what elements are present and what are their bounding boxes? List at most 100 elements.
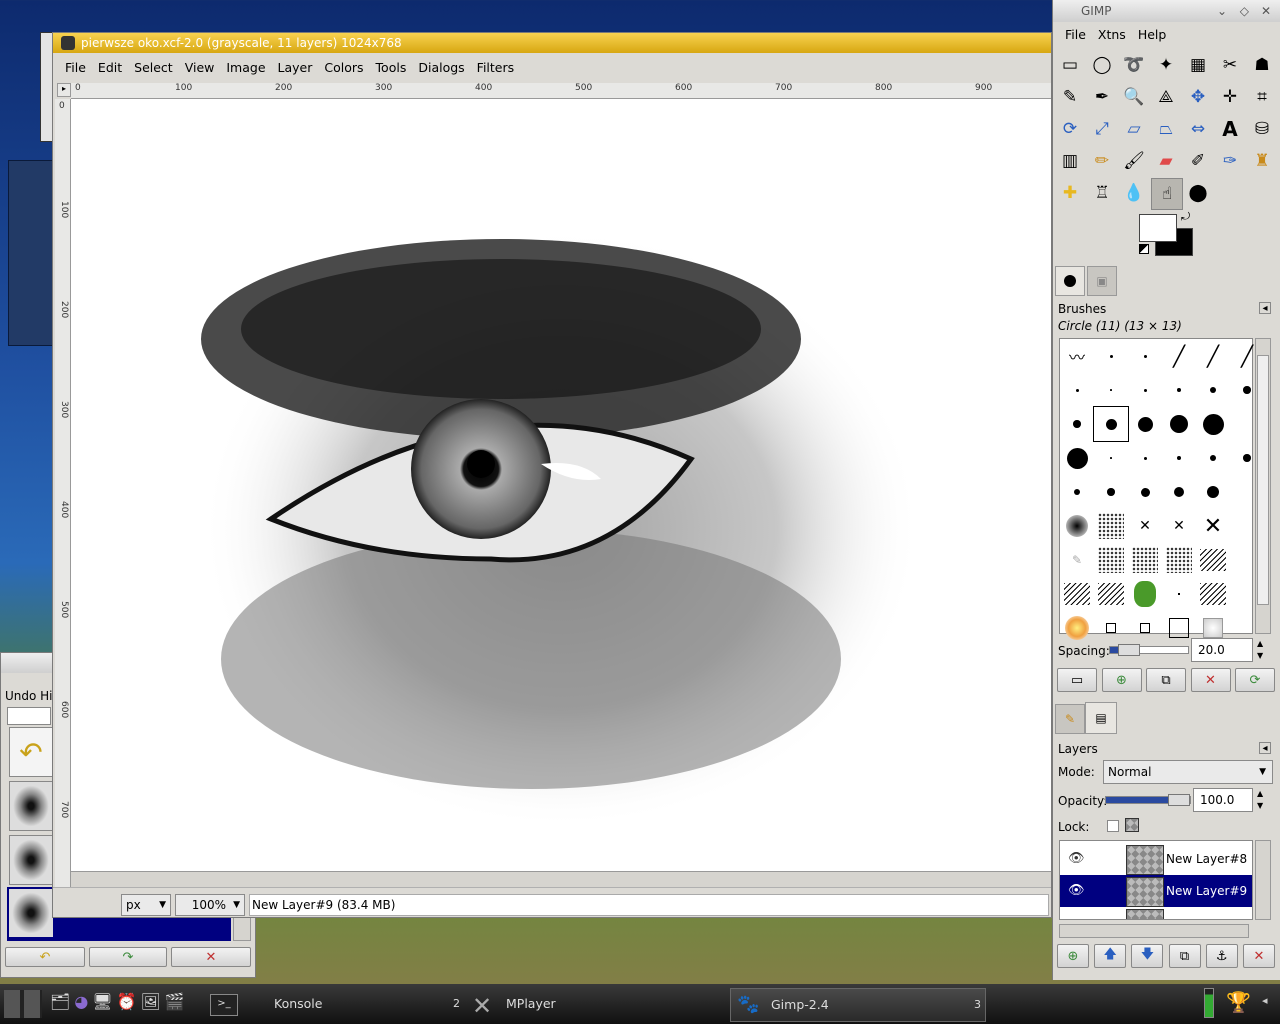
menu-filters[interactable]: Filters <box>471 57 520 79</box>
opacity-input[interactable]: 100.0 <box>1193 788 1253 812</box>
brush-cell[interactable] <box>1060 407 1094 441</box>
brush-cell[interactable] <box>1060 441 1094 475</box>
brush-cell[interactable]: ✕ <box>1128 509 1162 543</box>
flip-icon[interactable]: ⇔ <box>1183 114 1213 144</box>
brush-cell[interactable] <box>1094 373 1128 407</box>
brush-grid[interactable]: 〰 ╱ ╱ ╱ ✕ ✕ ✕ ✎ <box>1059 338 1253 640</box>
toolbox-menu-xtns[interactable]: Xtns <box>1092 24 1132 46</box>
images-icon[interactable]: 🖼 <box>141 992 161 1016</box>
text-icon[interactable]: A <box>1215 114 1245 144</box>
eraser-icon[interactable]: ▰ <box>1151 146 1181 176</box>
menu-edit[interactable]: Edit <box>92 57 128 79</box>
menu-view[interactable]: View <box>179 57 221 79</box>
lock-alpha-icon[interactable] <box>1125 818 1139 832</box>
menu-colors[interactable]: Colors <box>318 57 369 79</box>
anchor-layer-button[interactable]: ⚓ <box>1205 944 1238 968</box>
brush-cell[interactable] <box>1094 543 1128 577</box>
move-icon[interactable]: ✥ <box>1183 82 1213 112</box>
toolbox-menu-help[interactable]: Help <box>1132 24 1173 46</box>
foreground-color-swatch[interactable] <box>1139 214 1177 242</box>
image-window-titlebar[interactable]: pierwsze oko.xcf-2.0 (grayscale, 11 laye… <box>53 33 1051 53</box>
opacity-spin[interactable]: ▲ ▼ <box>1257 788 1271 812</box>
maximize-icon[interactable]: ◇ <box>1240 0 1249 22</box>
brushes-menu-icon[interactable]: ◂ <box>1259 302 1271 314</box>
files-icon[interactable]: 🗂 <box>50 992 70 1016</box>
menu-tools[interactable]: Tools <box>370 57 413 79</box>
heal-icon[interactable]: ✚ <box>1055 178 1085 208</box>
spacing-slider[interactable] <box>1109 644 1189 656</box>
layers-tab[interactable]: ▤ <box>1085 702 1117 734</box>
spacing-input[interactable]: 20.0 <box>1191 638 1253 662</box>
brush-cell[interactable] <box>1162 577 1196 611</box>
task-konsole[interactable]: >_ Konsole 2 <box>206 988 464 1020</box>
opacity-slider[interactable] <box>1105 794 1191 806</box>
paintbrush-icon[interactable]: 🖌 <box>1119 146 1149 176</box>
blend-icon[interactable]: ▥ <box>1055 146 1085 176</box>
clear-undo-button[interactable]: ✕ <box>171 947 251 967</box>
monitor-icon[interactable]: 🖥 <box>92 992 112 1016</box>
shear-icon[interactable]: ▱ <box>1119 114 1149 144</box>
brush-cell[interactable] <box>1162 475 1196 509</box>
bucket-fill-icon[interactable]: ⛁ <box>1247 114 1277 144</box>
menu-layer[interactable]: Layer <box>272 57 319 79</box>
undo-thumbnail-2[interactable] <box>9 835 53 885</box>
brush-cell[interactable] <box>1094 577 1128 611</box>
brush-cell[interactable] <box>1094 441 1128 475</box>
clone-icon[interactable]: ♜ <box>1247 146 1277 176</box>
perspective-icon[interactable]: ⏢ <box>1151 114 1181 144</box>
layer-row[interactable]: 👁 New Layer#8 <box>1060 843 1252 875</box>
image-canvas[interactable] <box>71 99 1051 903</box>
lower-layer-button[interactable]: 🡇 <box>1131 944 1164 968</box>
opacity-slider-knob[interactable] <box>1168 794 1190 806</box>
smudge-icon[interactable]: ☝ <box>1151 178 1183 210</box>
menu-select[interactable]: Select <box>128 57 179 79</box>
brush-cell[interactable]: ╱ <box>1162 339 1196 373</box>
ellipse-select-icon[interactable]: ◯ <box>1087 50 1117 80</box>
edit-brush-button[interactable]: ▭ <box>1057 668 1097 692</box>
spacing-spin[interactable]: ▲ ▼ <box>1257 638 1271 662</box>
brush-cell[interactable] <box>1162 407 1196 441</box>
undo-thumbnail-1[interactable] <box>9 781 53 831</box>
brush-cell[interactable] <box>1128 577 1162 611</box>
crop-icon[interactable]: ⌗ <box>1247 82 1277 112</box>
brush-cell[interactable] <box>1196 373 1230 407</box>
brush-cell[interactable] <box>1060 373 1094 407</box>
brush-cell[interactable] <box>1094 339 1128 373</box>
undo-blank-row[interactable] <box>7 707 51 725</box>
brush-cell[interactable] <box>1060 475 1094 509</box>
default-colors-icon[interactable] <box>1139 244 1149 254</box>
undo-arrow-icon[interactable]: ↶ <box>9 727 53 777</box>
layers-menu-icon[interactable]: ◂ <box>1259 742 1271 754</box>
brush-cell[interactable] <box>1094 475 1128 509</box>
brush-cell[interactable] <box>1196 441 1230 475</box>
raise-layer-button[interactable]: 🡅 <box>1094 944 1127 968</box>
brush-cell[interactable] <box>1196 407 1230 441</box>
scale-icon[interactable]: ⤢ <box>1087 114 1117 144</box>
lasso-icon[interactable]: ➰ <box>1119 50 1149 80</box>
brush-cell[interactable] <box>1060 577 1094 611</box>
brush-cell[interactable] <box>1094 611 1128 645</box>
rotate-icon[interactable]: ⟳ <box>1055 114 1085 144</box>
new-brush-button[interactable]: ⊕ <box>1101 668 1142 692</box>
fuzzy-select-icon[interactable]: ✦ <box>1151 50 1181 80</box>
brush-cell[interactable] <box>1196 475 1230 509</box>
menu-dialogs[interactable]: Dialogs <box>412 57 470 79</box>
color-select-icon[interactable]: ▦ <box>1183 50 1213 80</box>
tray-expand-icon[interactable]: ◂ <box>1262 994 1268 1007</box>
brush-cell[interactable] <box>1162 373 1196 407</box>
brush-cell[interactable] <box>1196 543 1230 577</box>
brush-cell[interactable] <box>1093 406 1129 442</box>
layer-row-partial[interactable] <box>1060 907 1252 919</box>
zoom-icon[interactable]: 🔍 <box>1119 82 1149 112</box>
pencil-icon[interactable]: ✏ <box>1087 146 1117 176</box>
spacing-slider-knob[interactable] <box>1117 644 1140 656</box>
dodge-burn-icon[interactable]: ⬤ <box>1183 178 1213 208</box>
clock-icon[interactable]: ⏰ <box>117 992 137 1016</box>
undo-button[interactable]: ↶ <box>5 947 85 967</box>
mode-select[interactable]: Normal ▼ <box>1103 760 1273 784</box>
scissors-icon[interactable]: ✂ <box>1215 50 1245 80</box>
brush-cell[interactable] <box>1128 543 1162 577</box>
eye-icon[interactable]: 👁 <box>1068 883 1085 898</box>
task-gimp[interactable]: 🐾 Gimp-2.4 3 <box>730 988 986 1022</box>
brush-cell[interactable]: 〰 <box>1060 339 1094 373</box>
